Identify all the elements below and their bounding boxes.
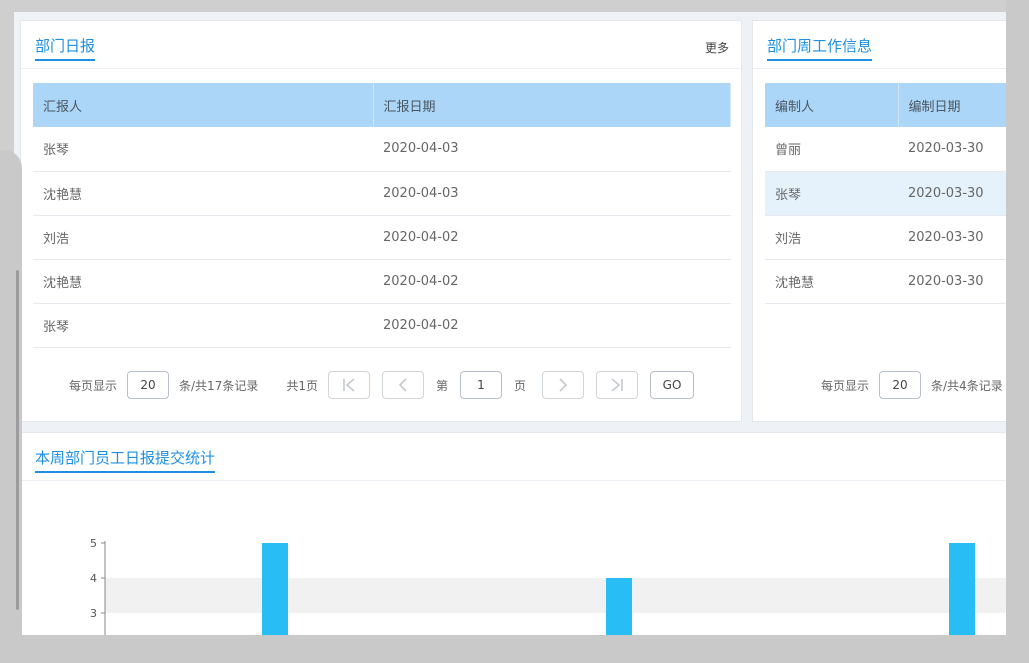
cell-name: 张琴 — [33, 303, 373, 348]
cell-name: 张琴 — [33, 127, 373, 172]
stats-panel: 本周部门员工日报提交统计 3 4 5 — [20, 432, 1006, 635]
cell-date: 2020-04-03 — [373, 127, 731, 172]
cell-date: 2020-04-03 — [373, 171, 731, 216]
table-row[interactable]: 沈艳慧 2020-04-03 — [33, 171, 731, 216]
table-row[interactable]: 刘浩 2020-03-30 — [765, 215, 1006, 260]
cell-date: 2020-03-30 — [898, 127, 1006, 172]
weekly-work-header: 部门周工作信息 — [753, 21, 1006, 69]
total-records-label: 条/共4条记录 — [931, 378, 1003, 393]
cell-date: 2020-03-30 — [898, 259, 1006, 304]
table-row[interactable]: 张琴 2020-04-02 — [33, 303, 731, 348]
y-tick-label: 3 — [90, 607, 97, 620]
cell-name: 沈艳慧 — [33, 171, 373, 216]
table-row[interactable]: 张琴 2020-04-03 — [33, 127, 731, 172]
table-row[interactable]: 沈艳慧 2020-04-02 — [33, 259, 731, 304]
page-number-input[interactable]: 1 — [460, 371, 502, 399]
y-tick-label: 4 — [90, 572, 97, 585]
weekly-work-table: 编制人 编制日期 曾丽 2020-03-30 张琴 2020-03-30 刘浩 2020-… — [765, 83, 1006, 304]
cell-name: 沈艳慧 — [33, 259, 373, 304]
prev-page-icon[interactable] — [381, 371, 424, 399]
stats-header: 本周部门员工日报提交统计 — [21, 433, 1006, 481]
device-bezel-left — [0, 150, 22, 663]
device-bezel-bottom — [22, 635, 1029, 663]
last-page-icon[interactable] — [596, 371, 639, 399]
cell-name: 刘浩 — [765, 215, 898, 260]
app-screen: 部门日报 更多 汇报人 汇报日期 张琴 2020-04-03 沈艳慧 2020-04-… — [14, 12, 1006, 635]
chart-bar[interactable] — [949, 543, 975, 635]
table-row[interactable]: 沈艳慧 2020-03-30 — [765, 259, 1006, 304]
column-header-author[interactable]: 编制人 — [765, 83, 899, 127]
daily-pager: 每页显示 20 条/共17条记录 共1页 第 1 页 GO — [69, 371, 695, 399]
cell-name: 刘浩 — [33, 215, 373, 260]
column-header-report-date[interactable]: 汇报日期 — [373, 83, 731, 127]
first-page-icon[interactable] — [327, 371, 370, 399]
column-header-reporter[interactable]: 汇报人 — [33, 83, 374, 127]
cell-name: 曾丽 — [765, 127, 898, 172]
cell-name: 张琴 — [765, 171, 898, 216]
cell-date: 2020-04-02 — [373, 303, 731, 348]
daily-report-panel: 部门日报 更多 汇报人 汇报日期 张琴 2020-04-03 沈艳慧 2020-04-… — [20, 20, 742, 422]
table-row[interactable]: 张琴 2020-03-30 — [765, 171, 1006, 216]
per-page-input[interactable]: 20 — [879, 371, 922, 399]
more-link[interactable]: 更多 — [705, 39, 729, 56]
per-page-input[interactable]: 20 — [127, 371, 170, 399]
chart-bar[interactable] — [262, 543, 288, 635]
daily-report-chart: 3 4 5 — [90, 537, 1006, 635]
page-prefix-label: 第 — [435, 378, 448, 393]
weekly-work-panel: 部门周工作信息 编制人 编制日期 曾丽 2020-03-30 张琴 2020-03-3… — [752, 20, 1006, 422]
chart-bar[interactable] — [606, 578, 632, 635]
page-suffix-label: 页 — [514, 378, 527, 393]
daily-report-title: 部门日报 — [35, 35, 96, 61]
weekly-pager: 每页显示 20 条/共4条记录 — [821, 371, 1003, 399]
cell-name: 沈艳慧 — [765, 259, 898, 304]
column-header-author-date[interactable]: 编制日期 — [898, 83, 1006, 127]
daily-report-header: 部门日报 更多 — [21, 21, 741, 69]
grid-band — [105, 578, 1006, 613]
go-button[interactable]: GO — [650, 371, 695, 399]
next-page-icon[interactable] — [542, 371, 585, 399]
daily-report-table: 汇报人 汇报日期 张琴 2020-04-03 沈艳慧 2020-04-03 刘浩 2020… — [33, 83, 731, 348]
cell-date: 2020-04-02 — [373, 215, 731, 260]
stats-title: 本周部门员工日报提交统计 — [35, 447, 216, 473]
device-bezel-right — [1006, 0, 1029, 663]
table-row[interactable]: 曾丽 2020-03-30 — [765, 127, 1006, 172]
table-header-row: 汇报人 汇报日期 — [33, 83, 731, 127]
table-row[interactable]: 刘浩 2020-04-02 — [33, 215, 731, 260]
y-tick-label: 5 — [90, 537, 97, 550]
weekly-work-title: 部门周工作信息 — [767, 35, 873, 61]
cell-date: 2020-03-30 — [898, 171, 1006, 216]
total-records-label: 条/共17条记录 — [179, 378, 259, 393]
total-pages-label: 共1页 — [286, 378, 318, 393]
table-header-row: 编制人 编制日期 — [765, 83, 1006, 127]
cell-date: 2020-03-30 — [898, 215, 1006, 260]
cell-date: 2020-04-02 — [373, 259, 731, 304]
per-page-label: 每页显示 — [821, 378, 870, 393]
per-page-label: 每页显示 — [69, 378, 118, 393]
